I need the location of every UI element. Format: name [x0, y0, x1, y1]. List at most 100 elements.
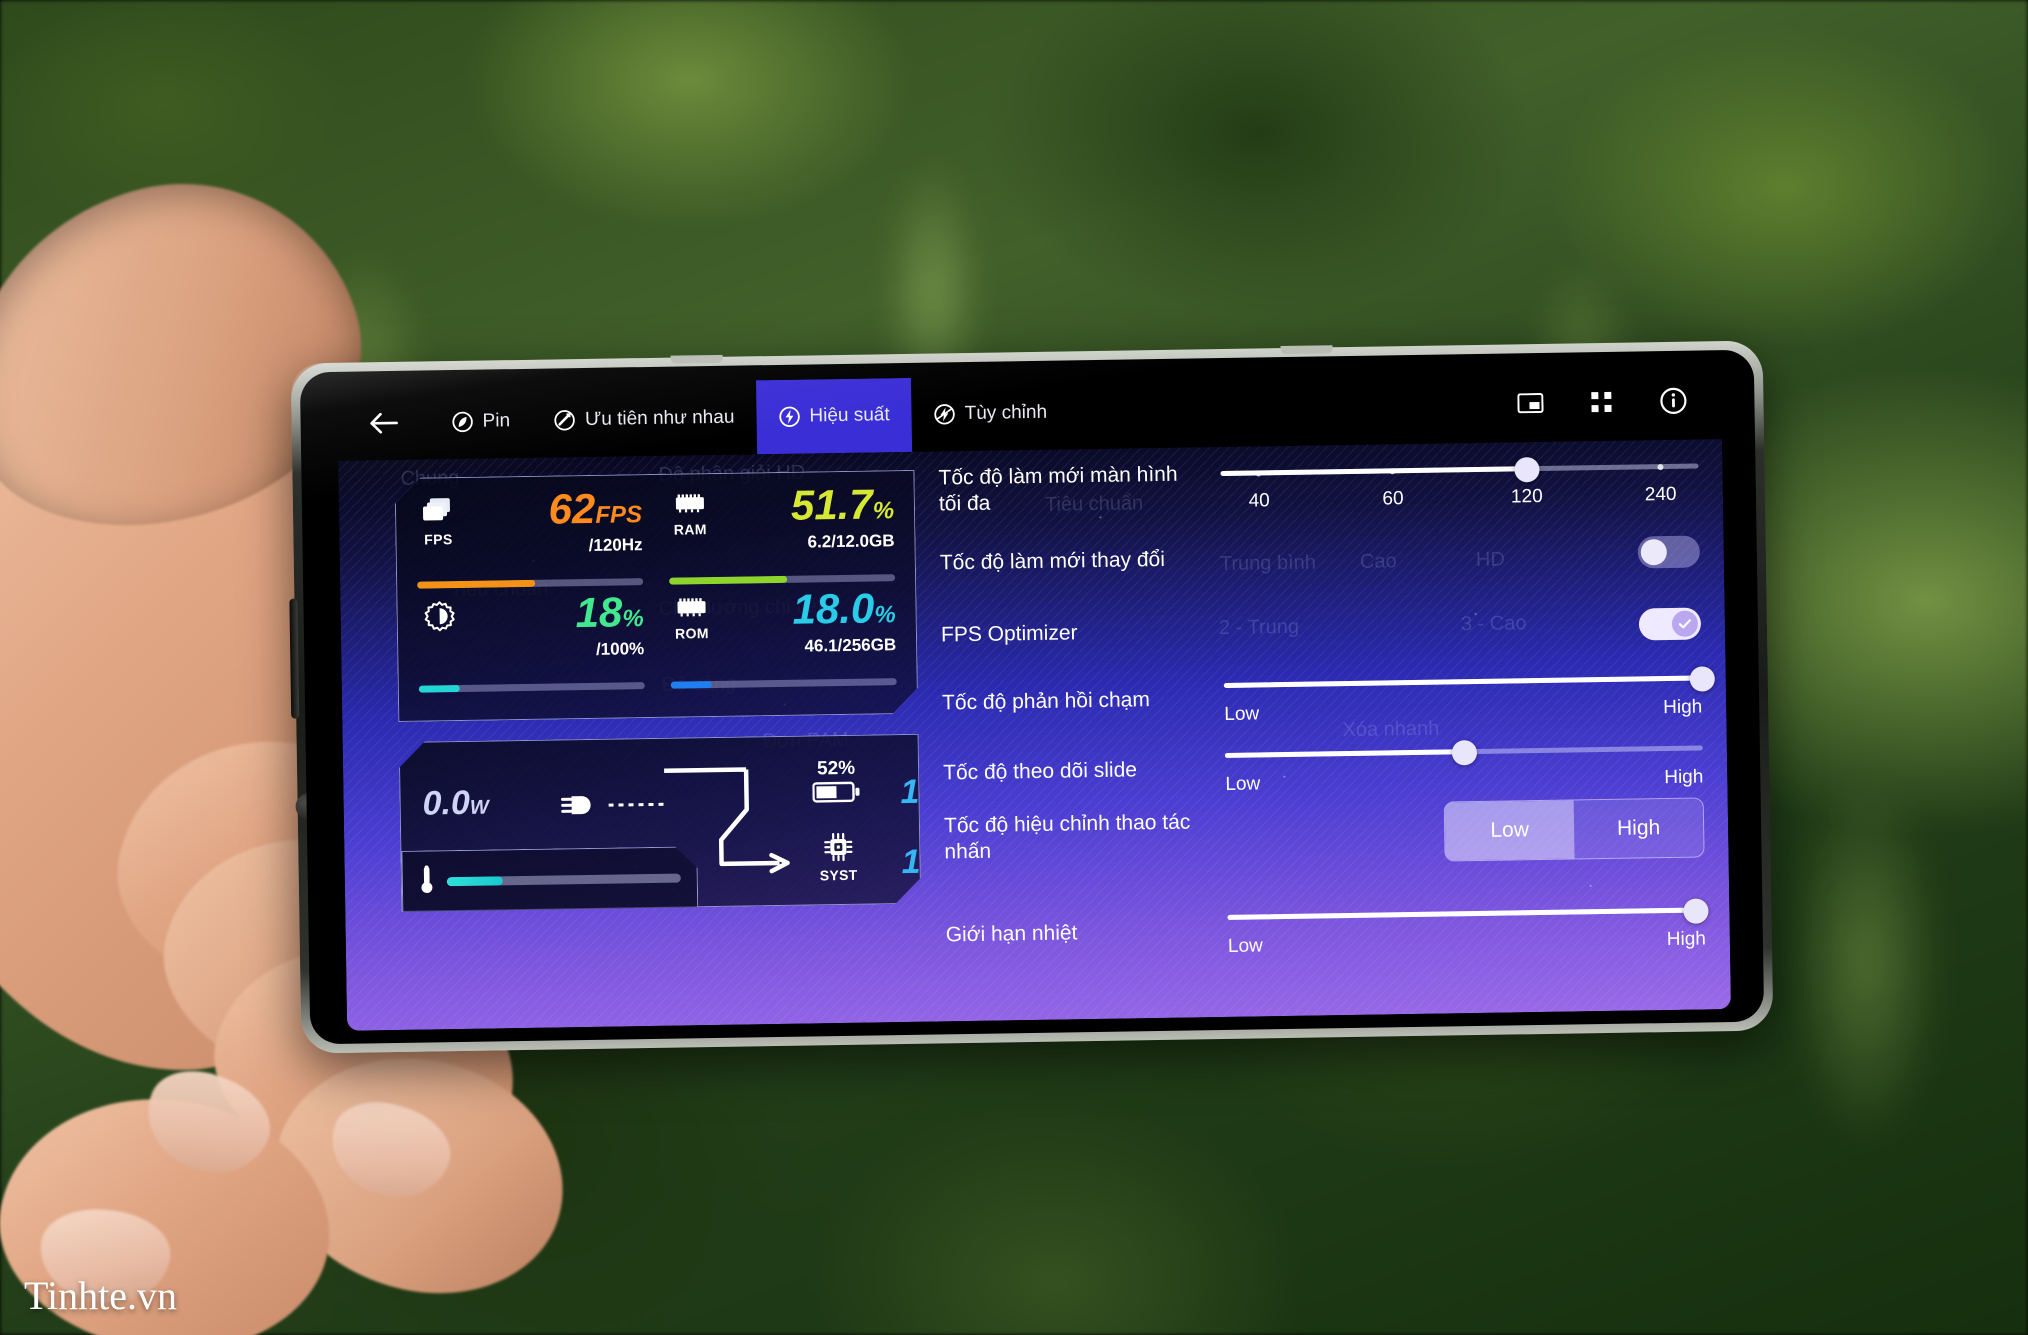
stat-bar	[417, 578, 643, 589]
slider-knob[interactable]	[1683, 897, 1710, 924]
bolt-icon	[778, 406, 800, 428]
setting-control: Low High	[1223, 663, 1715, 728]
segment-option-high[interactable]: High	[1573, 798, 1704, 859]
range-min-label: Low	[1225, 772, 1261, 795]
stat-value: 62FPS	[548, 484, 643, 533]
segment-option-low[interactable]: Low	[1444, 800, 1575, 861]
slider-knob[interactable]	[1451, 739, 1478, 765]
toggle-wrapper	[1222, 535, 1701, 575]
stat-value: 18%	[575, 588, 644, 637]
setting-toggle[interactable]	[1638, 607, 1702, 641]
stat-sub: 46.1/256GB	[804, 635, 897, 656]
toggle-knob	[1671, 610, 1699, 637]
leaf-icon	[451, 411, 473, 433]
setting-control: Low High	[1226, 797, 1705, 865]
tab-hiệu-suất[interactable]: Hiệu suất	[755, 377, 913, 455]
setting-row-0: Tốc độ làm mới màn hình tối đa 40 60 120 240	[938, 443, 1705, 527]
slider-tick-label: 240	[1644, 483, 1677, 506]
range-labels: Low High	[1224, 696, 1702, 728]
setting-label: Tốc độ làm mới thay đổi	[939, 548, 1166, 575]
stat-bar	[671, 678, 897, 689]
setting-control	[1222, 535, 1701, 575]
stat-value: 18.0%	[792, 584, 896, 633]
thermometer-icon	[419, 864, 436, 899]
custom-bolt-icon	[934, 403, 956, 425]
temperature-bar	[447, 873, 681, 886]
mode-tabs[interactable]: Pin Ưu tiên như nhau Hiệu suất Tùy chỉnh	[429, 375, 1070, 459]
range-slider[interactable]	[1227, 895, 1710, 933]
stat-cell-ram: RAM 51.7% 6.2/12.0GB	[668, 487, 895, 583]
tab-tùy-chỉnh[interactable]: Tùy chỉnh	[911, 375, 1070, 451]
slider-fill	[1224, 748, 1464, 758]
setting-toggle[interactable]	[1637, 535, 1701, 569]
setting-label: Tốc độ theo dõi slide	[943, 758, 1138, 785]
screenshot-scene: Pin Ưu tiên như nhau Hiệu suất Tùy chỉnh	[0, 0, 2028, 1335]
stat-bar	[669, 574, 895, 585]
slider-tick-label: 40	[1248, 490, 1270, 512]
stat-sub: /120Hz	[588, 535, 643, 555]
frame-antenna-right	[1280, 345, 1333, 355]
segment-label: High	[1616, 816, 1661, 840]
stat-sub: /100%	[595, 639, 645, 659]
range-labels: Low High	[1228, 928, 1706, 960]
battery-icon	[812, 791, 860, 809]
setting-label: FPS Optimizer	[940, 621, 1078, 647]
segmented-control[interactable]: Low High	[1443, 797, 1705, 862]
settings-list: Tốc độ làm mới màn hình tối đa 40 60 120 240…	[938, 443, 1715, 1021]
setting-control: 40 60 120 240	[1220, 452, 1699, 516]
tab-ưu-tiên-như-nhau[interactable]: Ưu tiên như nhau	[531, 380, 757, 458]
info-icon[interactable]	[1659, 386, 1688, 419]
stat-icon-label	[418, 639, 462, 640]
range-max-label: High	[1666, 927, 1707, 950]
power-input-value: 0.0W	[422, 783, 489, 823]
temperature-fill	[447, 876, 503, 886]
slider-scale: 40 60 120 240	[1221, 484, 1699, 516]
slider-knob[interactable]	[1514, 457, 1540, 483]
tab-label: Ưu tiên như nhau	[584, 406, 735, 430]
refresh-rate-slider[interactable]	[1220, 452, 1699, 490]
slider-tick-label: 60	[1382, 488, 1404, 510]
slider-tick-label: 120	[1510, 485, 1543, 508]
setting-label: Tốc độ phản hồi chạm	[941, 688, 1151, 715]
tab-label: Hiệu suất	[809, 404, 890, 427]
syst-label: SYST	[819, 866, 858, 884]
slider-fill	[1223, 674, 1702, 688]
power-dotted-line	[609, 803, 667, 807]
range-min-label: Low	[1224, 702, 1260, 725]
picture-in-picture-icon[interactable]	[1517, 392, 1544, 417]
tab-label: Tùy chỉnh	[964, 401, 1048, 425]
range-max-label: High	[1664, 765, 1704, 788]
battery-percent: 52%	[816, 757, 856, 780]
setting-row-1: Tốc độ làm mới thay đổi	[939, 515, 1706, 599]
system-status: SYST	[819, 832, 858, 884]
slider-tick[interactable]	[1255, 469, 1262, 476]
topbar-actions	[1517, 386, 1721, 422]
range-slider[interactable]	[1223, 663, 1715, 701]
frame-antenna-left	[670, 354, 723, 364]
stat-cell-rom: ROM 18.0% 46.1/256GB	[669, 591, 896, 687]
layers-icon: FPS	[416, 496, 461, 548]
setting-row-5: Tốc độ hiệu chỉnh thao tác nhấn Low High	[944, 791, 1711, 875]
slider-tick[interactable]	[1657, 463, 1664, 470]
game-performance-app: Pin Ưu tiên như nhau Hiệu suất Tùy chỉnh	[337, 365, 1731, 1031]
setting-control: Low High	[1227, 895, 1710, 960]
collapse-icon[interactable]	[1589, 389, 1613, 418]
stat-icon-label: FPS	[424, 531, 453, 548]
battery-status: 52%	[812, 758, 861, 810]
back-button[interactable]	[337, 411, 429, 434]
setting-control	[1223, 607, 1702, 647]
rom-chip-icon: ROM	[669, 596, 714, 642]
setting-label: Tốc độ hiệu chỉnh thao tác nhấn	[943, 810, 1191, 864]
setting-row-6: Giới hạn nhiệt Low High	[945, 887, 1712, 971]
slider-tick[interactable]	[1389, 467, 1396, 474]
range-max-label: High	[1662, 695, 1703, 718]
stat-bar-fill	[671, 681, 712, 689]
stat-icon-label: ROM	[674, 625, 710, 642]
ram-chip-icon: RAM	[668, 492, 713, 538]
segment-label: Low	[1490, 818, 1530, 842]
range-slider[interactable]	[1224, 733, 1703, 771]
stat-cell-fps: FPS 62FPS/120Hz	[416, 491, 643, 587]
tab-pin[interactable]: Pin	[429, 384, 533, 460]
power-panel: 0.0W 52% SYST	[399, 734, 922, 912]
stat-bar	[419, 682, 645, 693]
